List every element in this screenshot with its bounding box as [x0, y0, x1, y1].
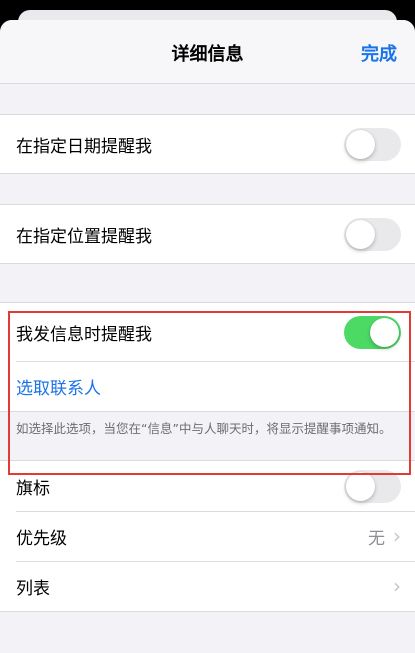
priority-row[interactable]: 优先级 无 › [0, 511, 415, 561]
date-reminder-toggle[interactable] [344, 127, 401, 161]
date-reminder-label: 在指定日期提醒我 [16, 136, 152, 157]
priority-value: 无 [368, 528, 385, 549]
message-reminder-group: 我发信息时提醒我 选取联系人 [0, 302, 415, 411]
priority-label: 优先级 [16, 528, 67, 549]
date-reminder-row: 在指定日期提醒我 [0, 115, 415, 173]
location-reminder-toggle[interactable] [344, 217, 401, 251]
flag-toggle[interactable] [344, 469, 401, 503]
toggle-knob [346, 471, 375, 501]
message-reminder-label: 我发信息时提醒我 [16, 324, 152, 345]
toggle-knob [346, 219, 375, 249]
properties-group: 旗标 优先级 无 › 列表 › [0, 460, 415, 612]
date-reminder-group: 在指定日期提醒我 [0, 114, 415, 174]
list-row[interactable]: 列表 › [0, 561, 415, 611]
navigation-bar: 详细信息 完成 [0, 20, 415, 84]
flag-label: 旗标 [16, 478, 50, 499]
message-reminder-row: 我发信息时提醒我 [0, 303, 415, 361]
page-title: 详细信息 [171, 44, 244, 65]
choose-contact-row[interactable]: 选取联系人 [0, 361, 415, 411]
message-reminder-toggle[interactable] [344, 315, 401, 349]
details-sheet: 详细信息 完成 在指定日期提醒我 在指定位置提醒我 我发信息时提醒我 选取联系人… [0, 20, 415, 653]
flag-row: 旗标 [0, 461, 415, 511]
list-label: 列表 [16, 578, 50, 599]
done-button[interactable]: 完成 [361, 40, 397, 66]
location-reminder-group: 在指定位置提醒我 [0, 204, 415, 264]
location-reminder-label: 在指定位置提醒我 [16, 226, 152, 247]
message-reminder-note: 如选择此选项，当您在“信息”中与人聊天时，将显示提醒事项通知。 [0, 411, 415, 448]
location-reminder-row: 在指定位置提醒我 [0, 205, 415, 263]
chevron-right-icon: › [393, 574, 401, 598]
chevron-right-icon: › [393, 524, 401, 548]
toggle-knob [346, 129, 375, 159]
toggle-knob [370, 317, 399, 347]
choose-contact-link[interactable]: 选取联系人 [16, 374, 401, 399]
